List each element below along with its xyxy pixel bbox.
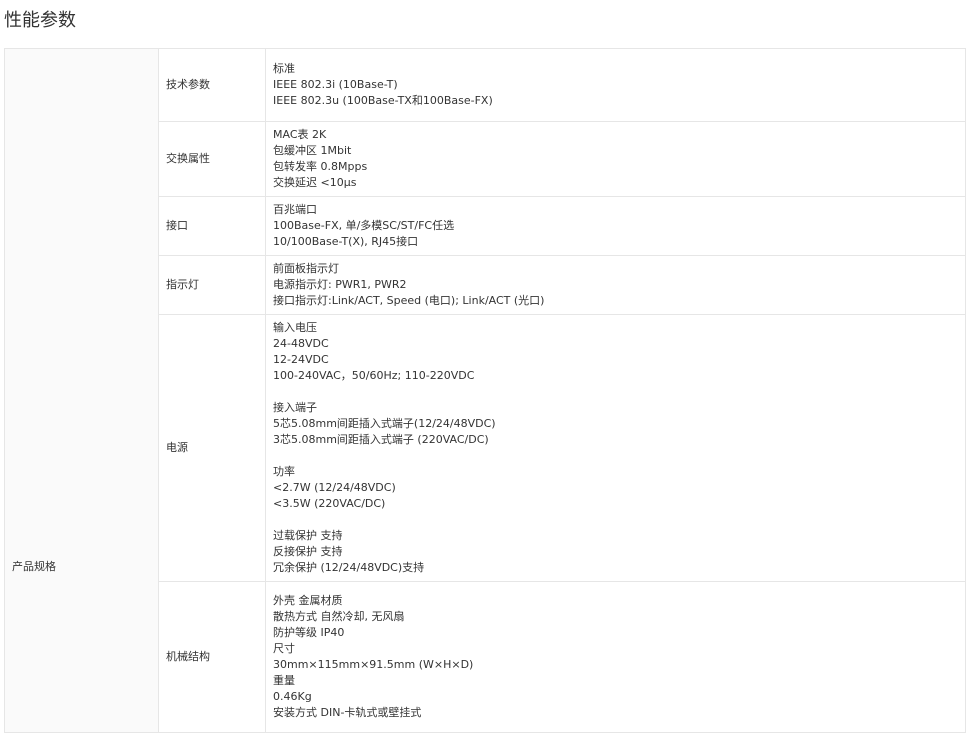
value-line: 百兆端口	[273, 203, 317, 216]
value-line: 100Base-FX, 单/多模SC/ST/FC任选	[273, 219, 455, 232]
value-line: 前面板指示灯	[273, 262, 339, 275]
value-line: 外壳 金属材质	[273, 594, 343, 607]
param-value: 百兆端口 100Base-FX, 单/多模SC/ST/FC任选 10/100Ba…	[265, 196, 966, 256]
param-label: 接口	[158, 196, 266, 256]
value-line: 包缓冲区 1Mbit	[273, 144, 352, 157]
value-line: 30mm×115mm×91.5mm (W×H×D)	[273, 658, 474, 671]
value-line: 0.46Kg	[273, 690, 312, 703]
value-line: 5芯5.08mm间距插入式端子(12/24/48VDC)	[273, 417, 496, 430]
value-line: 24-48VDC	[273, 337, 329, 350]
param-label: 技术参数	[158, 48, 266, 122]
value-line: 交换延迟 <10μs	[273, 176, 357, 189]
table-row: 产品规格 技术参数 标准 IEEE 802.3i (10Base-T) IEEE…	[4, 48, 966, 733]
param-label: 交换属性	[158, 121, 266, 197]
value-line: 接入端子	[273, 401, 317, 414]
param-label: 电源	[158, 314, 266, 582]
param-value: 输入电压 24-48VDC 12-24VDC 100-240VAC，50/60H…	[265, 314, 966, 582]
value-line: <3.5W (220VAC/DC)	[273, 497, 386, 510]
value-line: <2.7W (12/24/48VDC)	[273, 481, 396, 494]
param-value: 标准 IEEE 802.3i (10Base-T) IEEE 802.3u (1…	[265, 48, 966, 122]
value-line: IEEE 802.3u (100Base-TX和100Base-FX)	[273, 94, 493, 107]
value-line: 100-240VAC，50/60Hz; 110-220VDC	[273, 369, 475, 382]
page-title: 性能参数	[4, 10, 76, 31]
value-line: 功率	[273, 465, 295, 478]
value-line: 10/100Base-T(X), RJ45接口	[273, 235, 419, 248]
value-line: 冗余保护 (12/24/48VDC)支持	[273, 561, 425, 574]
value-line: 反接保护 支持	[273, 545, 343, 558]
value-line: 重量	[273, 674, 295, 687]
value-line: 接口指示灯:Link/ACT, Speed (电口); Link/ACT (光口…	[273, 294, 545, 307]
value-line: 安装方式 DIN-卡轨式或壁挂式	[273, 706, 422, 719]
spec-table: 产品规格 技术参数 标准 IEEE 802.3i (10Base-T) IEEE…	[4, 48, 966, 733]
value-line: 12-24VDC	[273, 353, 329, 366]
value-line: 标准	[273, 62, 295, 75]
value-line: 电源指示灯: PWR1, PWR2	[273, 278, 407, 291]
value-line: 包转发率 0.8Mpps	[273, 160, 368, 173]
value-line: 尺寸	[273, 642, 295, 655]
value-line: 3芯5.08mm间距插入式端子 (220VAC/DC)	[273, 433, 489, 446]
group-label: 产品规格	[4, 48, 159, 733]
value-line: 过载保护 支持	[273, 529, 343, 542]
value-line: IEEE 802.3i (10Base-T)	[273, 78, 398, 91]
value-line: 输入电压	[273, 321, 317, 334]
param-value: 前面板指示灯 电源指示灯: PWR1, PWR2 接口指示灯:Link/ACT,…	[265, 255, 966, 315]
value-line: 防护等级 IP40	[273, 626, 345, 639]
param-label: 指示灯	[158, 255, 266, 315]
value-line: 散热方式 自然冷却, 无风扇	[273, 610, 405, 623]
param-value: MAC表 2K 包缓冲区 1Mbit 包转发率 0.8Mpps 交换延迟 <10…	[265, 121, 966, 197]
value-line: MAC表 2K	[273, 128, 327, 141]
